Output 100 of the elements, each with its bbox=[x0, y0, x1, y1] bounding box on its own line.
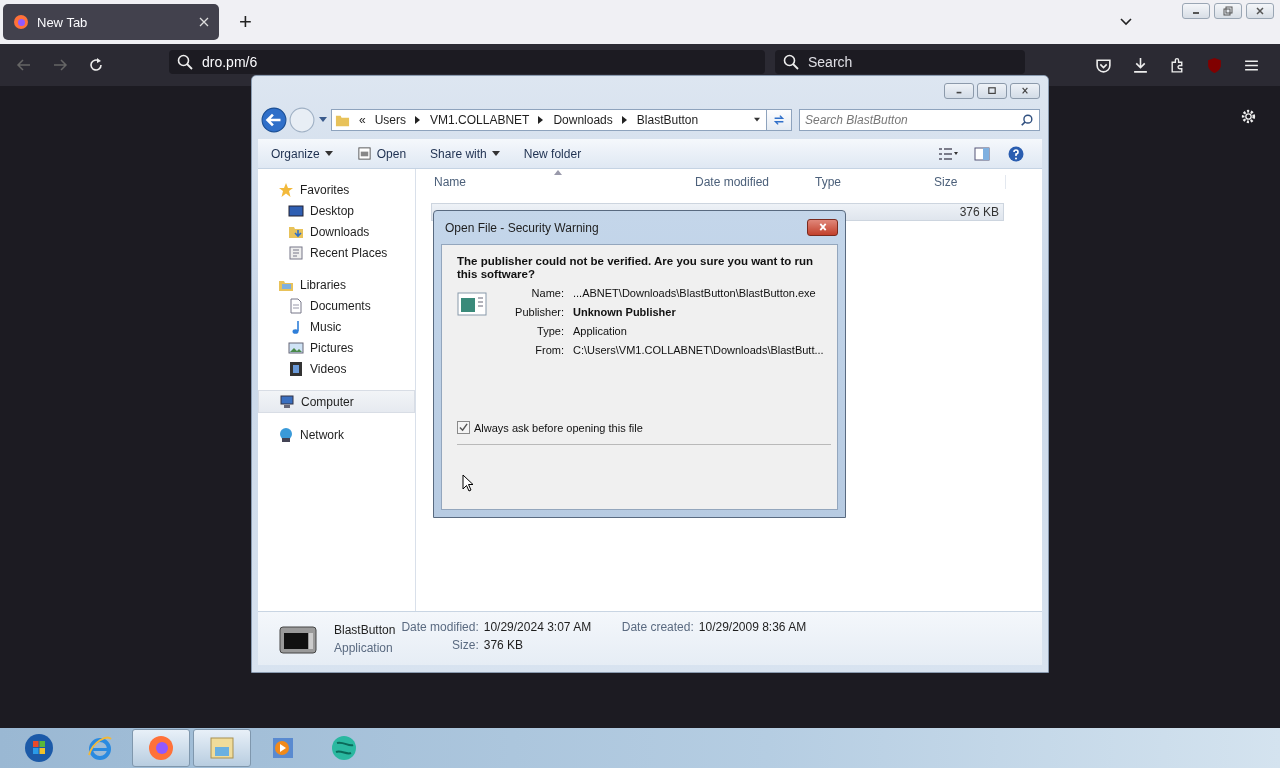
breadcrumb-item[interactable]: Users bbox=[374, 113, 407, 127]
back-icon[interactable] bbox=[261, 107, 287, 133]
mouse-cursor-icon bbox=[462, 474, 474, 492]
taskbar-app-button[interactable] bbox=[193, 729, 251, 767]
download-icon[interactable] bbox=[1132, 56, 1149, 74]
nav-item[interactable]: Computer bbox=[258, 390, 415, 413]
size-cell: 376 KB bbox=[959, 205, 999, 219]
firefox-icon bbox=[13, 14, 29, 30]
property-value: 376 KB bbox=[483, 638, 525, 652]
column-header[interactable]: Size bbox=[931, 175, 1006, 189]
video-icon bbox=[288, 360, 304, 377]
refresh-button[interactable] bbox=[767, 109, 792, 131]
caret-icon[interactable] bbox=[754, 116, 760, 124]
column-header[interactable]: Date modified bbox=[692, 175, 812, 189]
checkbox-label: Always ask before opening this file bbox=[474, 421, 643, 434]
checkbox[interactable] bbox=[457, 421, 470, 434]
start-icon bbox=[24, 733, 54, 763]
field-value: Application bbox=[573, 325, 628, 337]
property-value: 10/29/2009 8:36 AM bbox=[698, 620, 807, 634]
close-icon bbox=[817, 223, 828, 232]
separator-arrow-icon[interactable] bbox=[415, 116, 422, 124]
warning-heading: The publisher could not be verified. Are you sure you want to run this software? bbox=[457, 255, 815, 281]
star-icon bbox=[278, 181, 294, 198]
settings-icon[interactable] bbox=[1240, 108, 1257, 125]
restore-button[interactable] bbox=[1214, 3, 1242, 19]
breadcrumb-item[interactable]: VM1.COLLABNET bbox=[430, 113, 530, 127]
nav-item[interactable]: Music bbox=[258, 316, 415, 337]
refresh-icon bbox=[772, 113, 786, 127]
nav-item[interactable]: Favorites bbox=[258, 179, 415, 200]
nav-item[interactable]: Pictures bbox=[258, 337, 415, 358]
network-icon bbox=[278, 426, 294, 443]
field-label: From: bbox=[534, 344, 564, 356]
command-button[interactable]: Share with bbox=[427, 144, 503, 163]
document-icon bbox=[288, 297, 304, 314]
command-button[interactable]: Organize bbox=[268, 144, 336, 163]
nav-item[interactable]: Downloads bbox=[258, 221, 415, 242]
chevron-icon[interactable] bbox=[1120, 18, 1132, 26]
recent-icon bbox=[288, 244, 304, 261]
pictures-icon bbox=[288, 339, 304, 356]
pocket-icon[interactable] bbox=[1095, 56, 1112, 74]
column-header[interactable]: Name bbox=[431, 175, 692, 189]
view-options-icon[interactable] bbox=[938, 145, 958, 162]
nav-item[interactable]: Videos bbox=[258, 358, 415, 379]
address-field[interactable]: dro.pm/6 bbox=[169, 50, 765, 74]
restore-icon bbox=[1223, 6, 1233, 16]
caret-icon bbox=[491, 150, 500, 157]
property-value: 10/29/2024 3:07 AM bbox=[483, 620, 592, 634]
globe-icon bbox=[329, 733, 359, 763]
application-icon bbox=[457, 292, 487, 316]
address-input[interactable]: dro.pm/6 bbox=[202, 54, 673, 70]
field-value: Unknown Publisher bbox=[573, 306, 677, 318]
search-icon bbox=[177, 54, 193, 70]
help-icon[interactable] bbox=[1006, 145, 1026, 162]
nav-item[interactable]: Documents bbox=[258, 295, 415, 316]
property-label: Date created: bbox=[621, 620, 694, 634]
field-value: ...ABNET\Downloads\BlastButton\BlastButton.exe bbox=[573, 287, 817, 299]
property-label: Size: bbox=[452, 638, 479, 652]
breadcrumb-item[interactable]: BlastButton bbox=[636, 113, 699, 127]
file-type: Application bbox=[334, 640, 394, 655]
search-field[interactable]: Search bbox=[775, 50, 1025, 74]
preview-pane-icon[interactable] bbox=[974, 145, 990, 162]
search-icon bbox=[783, 54, 799, 70]
breadcrumb-item[interactable]: Downloads bbox=[553, 113, 613, 127]
close-button[interactable] bbox=[1246, 3, 1274, 19]
separator-arrow-icon[interactable] bbox=[621, 116, 628, 124]
field-label: Name: bbox=[530, 287, 564, 299]
window-icon bbox=[356, 146, 372, 161]
search-field[interactable]: Search BlastButton bbox=[799, 109, 1040, 131]
column-header[interactable]: Type bbox=[812, 175, 931, 189]
field-label: Type: bbox=[536, 325, 564, 337]
close-button[interactable] bbox=[1010, 83, 1040, 99]
close-button[interactable] bbox=[807, 219, 838, 236]
command-button[interactable]: New folder bbox=[520, 144, 585, 163]
close-icon bbox=[1020, 87, 1030, 95]
dialog-title: Open File - Security Warning bbox=[444, 220, 600, 235]
close-icon[interactable] bbox=[199, 17, 209, 27]
nav-item[interactable]: Recent Places bbox=[258, 242, 415, 263]
field-value: C:\Users\VM1.COLLABNET\Downloads\BlastButt... bbox=[573, 344, 824, 356]
nav-item[interactable]: Desktop bbox=[258, 200, 415, 221]
separator-arrow-icon[interactable] bbox=[538, 116, 545, 124]
nav-item[interactable]: Network bbox=[258, 424, 415, 445]
search-input[interactable]: Search bbox=[808, 54, 1002, 70]
taskbar-app-button[interactable] bbox=[132, 729, 190, 767]
new-tab-button[interactable]: + bbox=[233, 9, 258, 35]
check-icon bbox=[459, 423, 468, 432]
nav-item[interactable]: Libraries bbox=[258, 274, 415, 295]
maximize-icon bbox=[987, 87, 997, 95]
browser-tab[interactable]: New Tab bbox=[3, 4, 219, 40]
address-bar[interactable]: « Users VM1.COLLABNET Downloads BlastButton bbox=[331, 109, 767, 131]
caret-icon[interactable] bbox=[319, 117, 327, 123]
overflow-chevron[interactable]: « bbox=[359, 113, 366, 127]
field-label: Publisher: bbox=[514, 306, 564, 318]
property-label: Date modified: bbox=[401, 620, 479, 634]
tab-title: New Tab bbox=[37, 14, 89, 30]
maximize-button[interactable] bbox=[977, 83, 1007, 99]
minimize-button[interactable] bbox=[1182, 3, 1210, 19]
file-name: BlastButton bbox=[334, 622, 396, 637]
reload-icon[interactable] bbox=[88, 57, 104, 73]
command-button[interactable]: Open bbox=[353, 144, 410, 163]
desktop-icon bbox=[288, 202, 304, 219]
